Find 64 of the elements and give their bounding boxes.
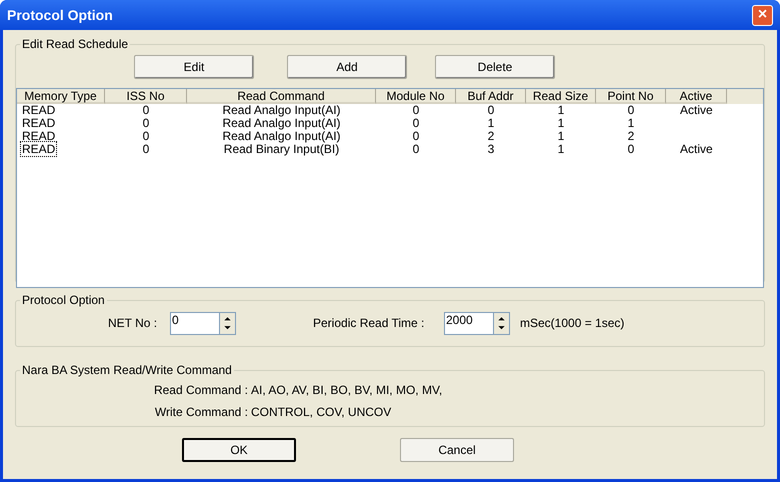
push-button[interactable]: Add [287, 55, 407, 79]
table-cell: 1 [558, 116, 564, 130]
schedule-list[interactable] [16, 88, 764, 288]
down-arrow-icon[interactable] [224, 326, 231, 330]
group-title: Edit Read Schedule [21, 36, 130, 53]
table-cell: 0 [142, 129, 150, 143]
window-title: Protocol Option [7, 6, 113, 25]
table-cell: 0 [142, 142, 150, 156]
column-header[interactable]: Point No [596, 89, 666, 104]
table-cell: 1 [558, 142, 564, 156]
up-arrow-icon[interactable] [498, 316, 505, 320]
table-cell: 0 [412, 129, 420, 143]
close-button[interactable]: × [752, 4, 773, 26]
table-cell: 0 [142, 103, 150, 117]
field-label: Periodic Read Time : [313, 315, 426, 332]
table-cell: 3 [488, 142, 494, 156]
input-field[interactable]: 0 [170, 312, 220, 334]
column-header[interactable]: Read Size [526, 89, 596, 104]
table-cell: 0 [412, 103, 420, 117]
field-label: NET No : [108, 315, 158, 332]
table-cell: READ [21, 142, 56, 156]
table-cell: 1 [558, 103, 564, 117]
command-list: CONTROL, COV, UNCOV [251, 403, 392, 421]
table-cell: READ [21, 116, 56, 130]
up-arrow-icon[interactable] [224, 316, 231, 320]
table-cell: Read Binary Input(BI) [224, 142, 340, 156]
table-cell: READ [21, 129, 56, 143]
column-header[interactable]: Memory Type [17, 89, 105, 104]
table-cell: READ [21, 103, 56, 117]
column-header[interactable]: ISS No [105, 89, 187, 104]
table-cell: 0 [628, 142, 634, 156]
command-label: Write Command : [154, 404, 248, 421]
dialog-button[interactable]: Cancel [400, 438, 514, 462]
table-cell: 0 [488, 103, 494, 117]
input-field[interactable]: 2000 [444, 312, 494, 334]
command-label: Read Command : [152, 382, 248, 399]
table-cell: 1 [628, 116, 634, 130]
down-arrow-icon[interactable] [498, 326, 505, 330]
command-list: AI, AO, AV, BI, BO, BV, MI, MO, MV, [251, 381, 442, 399]
table-cell: Read Analgo Input(AI) [222, 129, 341, 143]
unit-label: mSec(1000 = 1sec) [520, 315, 624, 332]
table-cell: 1 [558, 129, 564, 143]
table-cell: 2 [628, 129, 634, 143]
group-title: Nara BA System Read/Write Command [21, 362, 233, 379]
spin-button[interactable] [494, 312, 510, 334]
table-cell: 0 [142, 116, 150, 130]
column-header[interactable]: Read Command [187, 89, 376, 104]
table-cell: Read Analgo Input(AI) [222, 103, 341, 117]
column-header[interactable]: Module No [376, 89, 456, 104]
column-header[interactable]: Buf Addr [456, 89, 526, 104]
table-cell: 1 [488, 116, 494, 130]
table-cell: 0 [628, 103, 634, 117]
table-cell: 0 [412, 142, 420, 156]
dialog-button[interactable]: OK [182, 438, 296, 462]
group-title: Protocol Option [21, 292, 106, 309]
table-cell: Active [680, 103, 713, 117]
push-button[interactable]: Edit [134, 55, 254, 79]
table-cell: 2 [488, 129, 494, 143]
push-button[interactable]: Delete [435, 55, 555, 79]
table-cell: Active [680, 142, 713, 156]
column-header[interactable]: Active [666, 89, 727, 104]
table-cell: 0 [412, 116, 420, 130]
spin-button[interactable] [220, 312, 236, 334]
table-cell: Read Analgo Input(AI) [222, 116, 341, 130]
